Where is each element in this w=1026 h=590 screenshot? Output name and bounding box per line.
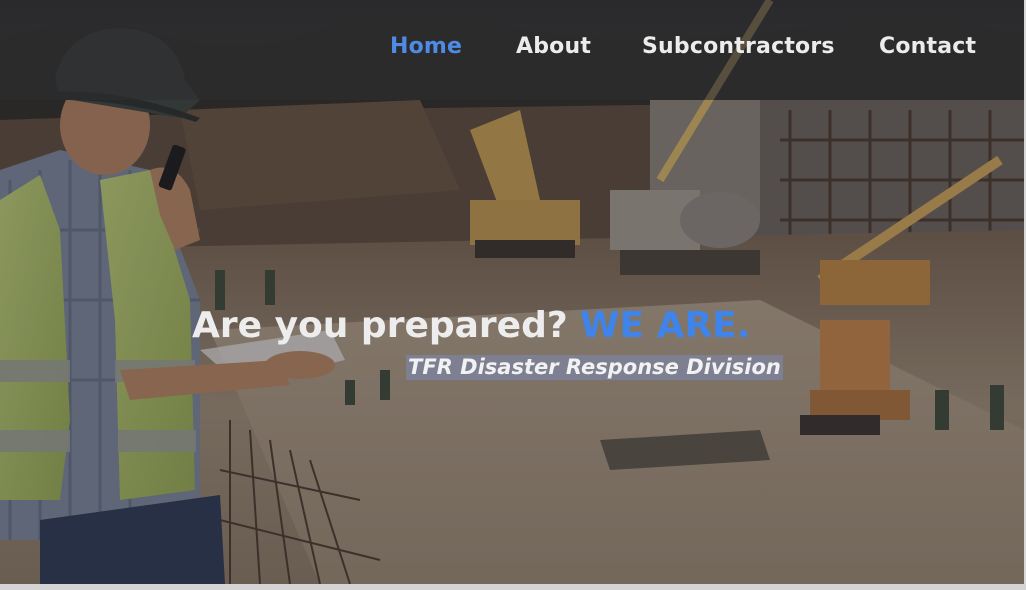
nav-home-link[interactable]: Home: [390, 34, 462, 59]
page-bottom-edge: [0, 584, 1026, 590]
nav-contact-link[interactable]: Contact: [879, 34, 976, 59]
page: Home About Subcontractors Contact Are yo…: [0, 0, 1026, 590]
nav-subcontractors-link[interactable]: Subcontractors: [642, 34, 835, 59]
hero-headline-accent: WE ARE.: [579, 305, 751, 346]
hero-headline-question: Are you prepared?: [192, 305, 568, 346]
hero-section: Home About Subcontractors Contact Are yo…: [0, 0, 1024, 584]
top-navbar: Home About Subcontractors Contact: [0, 0, 1024, 100]
hero-tagline: TFR Disaster Response Division: [406, 355, 783, 380]
hero-headline: Are you prepared? WE ARE.: [192, 305, 750, 346]
nav-about-link[interactable]: About: [516, 34, 591, 59]
